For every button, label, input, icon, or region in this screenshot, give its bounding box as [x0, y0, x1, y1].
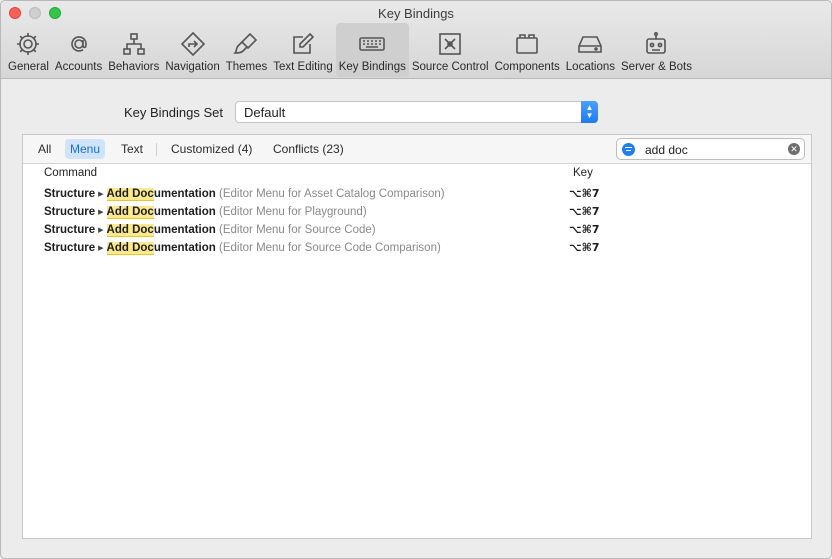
key-shortcut[interactable]: ⌥⌘7 [569, 203, 600, 221]
filter-tab-menu[interactable]: Menu [65, 139, 106, 159]
bindings-list: Structure ▶ Add Documentation (Editor Menu… [44, 185, 604, 257]
table-row[interactable]: Structure ▶ Add Documentation (Editor Menu… [44, 203, 604, 221]
menu-name: Structure [44, 224, 96, 236]
column-header-key[interactable]: Key [573, 167, 593, 179]
command-name: Add Documentation [106, 224, 216, 237]
popup-chevron-icon: ▲ ▼ [581, 101, 598, 123]
key-bindings-set-popup[interactable]: Default ▲ ▼ [235, 101, 598, 123]
key-bindings-set-row: Key Bindings Set Default ▲ ▼ [1, 101, 831, 125]
toolbar-label: Locations [565, 61, 616, 73]
search-field[interactable]: ✕ [616, 138, 805, 160]
toolbar-server-bots[interactable]: Server & Bots [618, 23, 695, 77]
paintbrush-icon [231, 30, 261, 58]
drive-icon [575, 30, 605, 58]
toolbar-navigation[interactable]: Navigation [162, 23, 222, 77]
triangle-right-icon: ▶ [98, 191, 104, 198]
toolbar-label: Key Bindings [338, 61, 406, 73]
command-context: (Editor Menu for Source Code Comparison) [219, 242, 441, 254]
titlebar: Key Bindings General Accounts Behaviors [1, 1, 831, 79]
menu-name: Structure [44, 206, 96, 218]
toolbar-general[interactable]: General [5, 23, 52, 77]
filter-tab-conflicts[interactable]: Conflicts (23) [268, 139, 349, 159]
command-context: (Editor Menu for Asset Catalog Compariso… [219, 188, 445, 200]
filter-tab-customized[interactable]: Customized (4) [166, 139, 257, 159]
clear-search-icon[interactable]: ✕ [788, 143, 800, 155]
key-shortcut[interactable]: ⌥⌘7 [569, 185, 600, 203]
toolbar-label: Navigation [165, 61, 220, 73]
key-shortcut[interactable]: ⌥⌘7 [569, 221, 600, 239]
toolbar-label: Source Control [411, 61, 489, 73]
filter-icon[interactable] [622, 143, 635, 156]
toolbar-label: Components [494, 61, 560, 73]
preferences-toolbar: General Accounts Behaviors Navigation Th… [5, 23, 695, 77]
triangle-right-icon: ▶ [98, 209, 104, 216]
command-context: (Editor Menu for Source Code) [219, 224, 376, 236]
triangle-right-icon: ▶ [98, 227, 104, 234]
toolbar-label: Accounts [54, 61, 103, 73]
toolbar-label: Behaviors [108, 61, 160, 73]
toolbar-accounts[interactable]: Accounts [52, 23, 105, 77]
filter-separator [156, 143, 157, 156]
navigation-arrow-icon [178, 30, 208, 58]
toolbar-components[interactable]: Components [492, 23, 563, 77]
command-name: Add Documentation [106, 206, 216, 219]
toolbar-behaviors[interactable]: Behaviors [105, 23, 162, 77]
toolbar-label: Text Editing [273, 61, 333, 73]
toolbar-key-bindings[interactable]: Key Bindings [335, 23, 409, 77]
triangle-right-icon: ▶ [98, 245, 104, 252]
toolbar-text-editing[interactable]: Text Editing [270, 23, 335, 77]
toolbar-locations[interactable]: Locations [563, 23, 618, 77]
toolbar-source-control[interactable]: Source Control [409, 23, 492, 77]
at-sign-icon [64, 30, 94, 58]
source-control-icon [435, 30, 465, 58]
toolbar-label: Themes [225, 61, 268, 73]
components-icon [512, 30, 542, 58]
filter-bar: All Menu Text Customized (4) Conflicts (… [23, 135, 811, 164]
command-context: (Editor Menu for Playground) [219, 206, 367, 218]
command-name: Add Documentation [106, 242, 216, 255]
key-shortcut[interactable]: ⌥⌘7 [569, 239, 600, 257]
table-row[interactable]: Structure ▶ Add Documentation (Editor Menu… [44, 185, 604, 203]
key-bindings-set-label: Key Bindings Set [124, 105, 224, 120]
preferences-window: Key Bindings General Accounts Behaviors [0, 0, 832, 559]
table-row[interactable]: Structure ▶ Add Documentation (Editor Menu… [44, 239, 604, 257]
command-name: Add Documentation [106, 188, 216, 201]
gear-icon [13, 30, 43, 58]
bindings-panel: All Menu Text Customized (4) Conflicts (… [22, 134, 812, 539]
toolbar-label: Server & Bots [621, 61, 692, 73]
window-title: Key Bindings [378, 6, 454, 21]
menu-name: Structure [44, 242, 96, 254]
table-row[interactable]: Structure ▶ Add Documentation (Editor Menu… [44, 221, 604, 239]
search-input[interactable] [645, 142, 785, 158]
column-header-command[interactable]: Command [44, 167, 97, 179]
toolbar-label: General [8, 61, 49, 73]
key-bindings-set-value: Default [244, 105, 286, 120]
menu-name: Structure [44, 188, 96, 200]
toolbar-themes[interactable]: Themes [223, 23, 271, 77]
hierarchy-icon [119, 30, 149, 58]
keyboard-icon [357, 30, 387, 58]
filter-tab-all[interactable]: All [33, 139, 56, 159]
filter-tab-text[interactable]: Text [116, 139, 148, 159]
robot-icon [641, 30, 671, 58]
pencil-square-icon [288, 30, 318, 58]
